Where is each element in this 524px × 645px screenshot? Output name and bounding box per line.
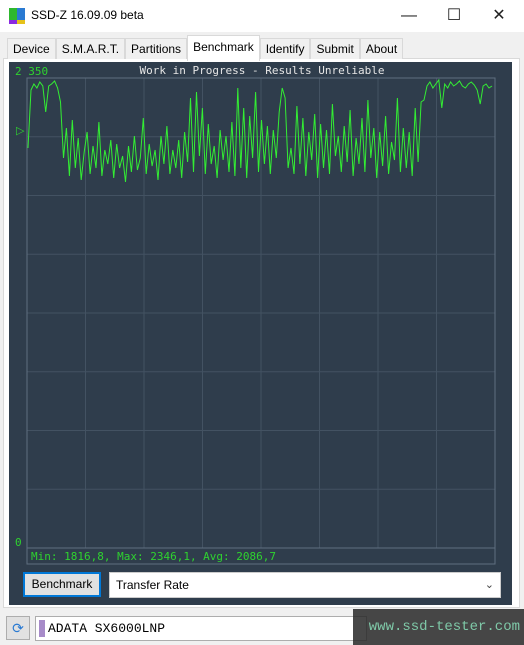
chart-title: Work in Progress - Results Unreliable — [139, 64, 385, 77]
y-min-label: 0 — [15, 536, 22, 549]
mode-select[interactable]: Transfer Rate ⌄ — [109, 572, 501, 598]
refresh-button[interactable]: ⟳ — [6, 616, 30, 640]
watermark: www.ssd-tester.com — [353, 609, 524, 645]
drive-selector[interactable]: ADATA SX6000LNP — [35, 616, 367, 641]
drive-name: ADATA SX6000LNP — [48, 621, 166, 636]
chart-stats: Min: 1816,8, Max: 2346,1, Avg: 2086,7 — [31, 550, 277, 563]
transfer-rate-line — [27, 78, 493, 183]
current-marker-icon: ▷ — [16, 125, 25, 137]
benchmark-button[interactable]: Benchmark — [23, 572, 101, 597]
chevron-down-icon: ⌄ — [484, 579, 494, 591]
transfer-rate-chart — [26, 77, 496, 565]
mode-select-value: Transfer Rate — [116, 578, 189, 592]
watermark-text: www.ssd-tester.com — [368, 619, 520, 635]
drive-color-swatch — [39, 620, 45, 637]
